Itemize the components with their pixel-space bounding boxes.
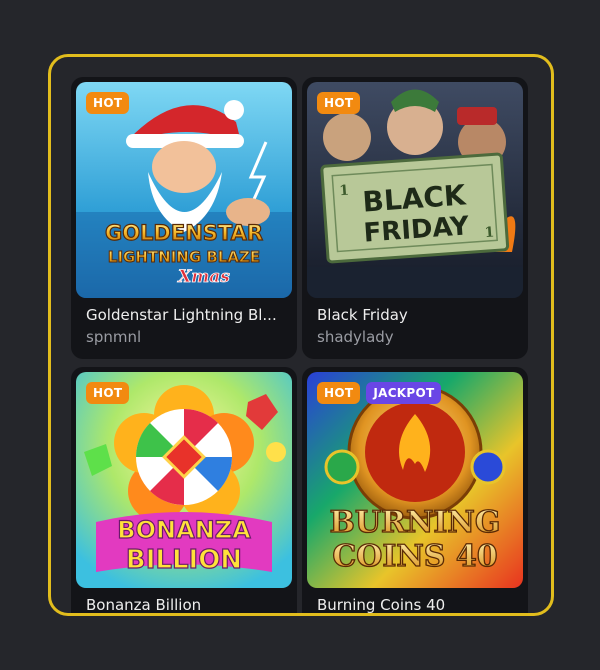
game-thumbnail-goldenstar[interactable]: GOLDENSTAR LIGHTNING BLAZE Xmas HOT [76, 82, 292, 298]
game-provider: shadylady [317, 328, 394, 346]
game-card-bonanza-billion[interactable]: BONANZA BILLION HOT Bonanza Billion [71, 367, 297, 614]
hot-badge: HOT [317, 382, 361, 404]
art-title-billion: BILLION [126, 545, 242, 575]
badge-group: HOT [86, 92, 130, 114]
jackpot-badge: JACKPOT [366, 382, 442, 404]
art-subtitle-goldenstar: LIGHTNING BLAZE [108, 248, 260, 266]
badge-group: HOT [86, 382, 130, 404]
hot-badge: HOT [86, 382, 130, 404]
hot-badge: HOT [86, 92, 130, 114]
game-thumbnail-burning-coins-40[interactable]: BURNING COINS 40 HOT JACKPOT [307, 372, 523, 588]
game-title: Burning Coins 40 [317, 596, 446, 614]
hot-badge: HOT [317, 92, 361, 114]
bill-corner-2: 1 [484, 225, 495, 242]
game-thumbnail-black-friday[interactable]: 1 1 BLACK FRIDAY HOT [307, 82, 523, 298]
game-card-black-friday[interactable]: 1 1 BLACK FRIDAY HOT Black Friday shadyl… [302, 77, 528, 359]
art-title-bonanza: BONANZA [117, 516, 251, 544]
game-title: Black Friday [317, 306, 408, 324]
game-thumbnail-bonanza-billion[interactable]: BONANZA BILLION HOT [76, 372, 292, 588]
game-title: Goldenstar Lightning Bl... [86, 306, 277, 324]
game-card-burning-coins-40[interactable]: BURNING COINS 40 HOT JACKPOT Burning Coi… [302, 367, 528, 614]
art-title-coins: COINS 40 [332, 539, 497, 574]
game-carousel-frame: GOLDENSTAR LIGHTNING BLAZE Xmas HOT Gold… [48, 54, 554, 616]
art-title-goldenstar: GOLDENSTAR [105, 221, 263, 245]
bill-corner-1: 1 [339, 183, 350, 200]
art-title-burning: BURNING [330, 505, 501, 540]
game-provider: spnmnl [86, 328, 142, 346]
badge-group: HOT [317, 92, 361, 114]
badge-group: HOT JACKPOT [317, 382, 442, 404]
game-card-goldenstar[interactable]: GOLDENSTAR LIGHTNING BLAZE Xmas HOT Gold… [71, 77, 297, 359]
game-title: Bonanza Billion [86, 596, 202, 614]
art-xmas-goldenstar: Xmas [177, 267, 230, 287]
